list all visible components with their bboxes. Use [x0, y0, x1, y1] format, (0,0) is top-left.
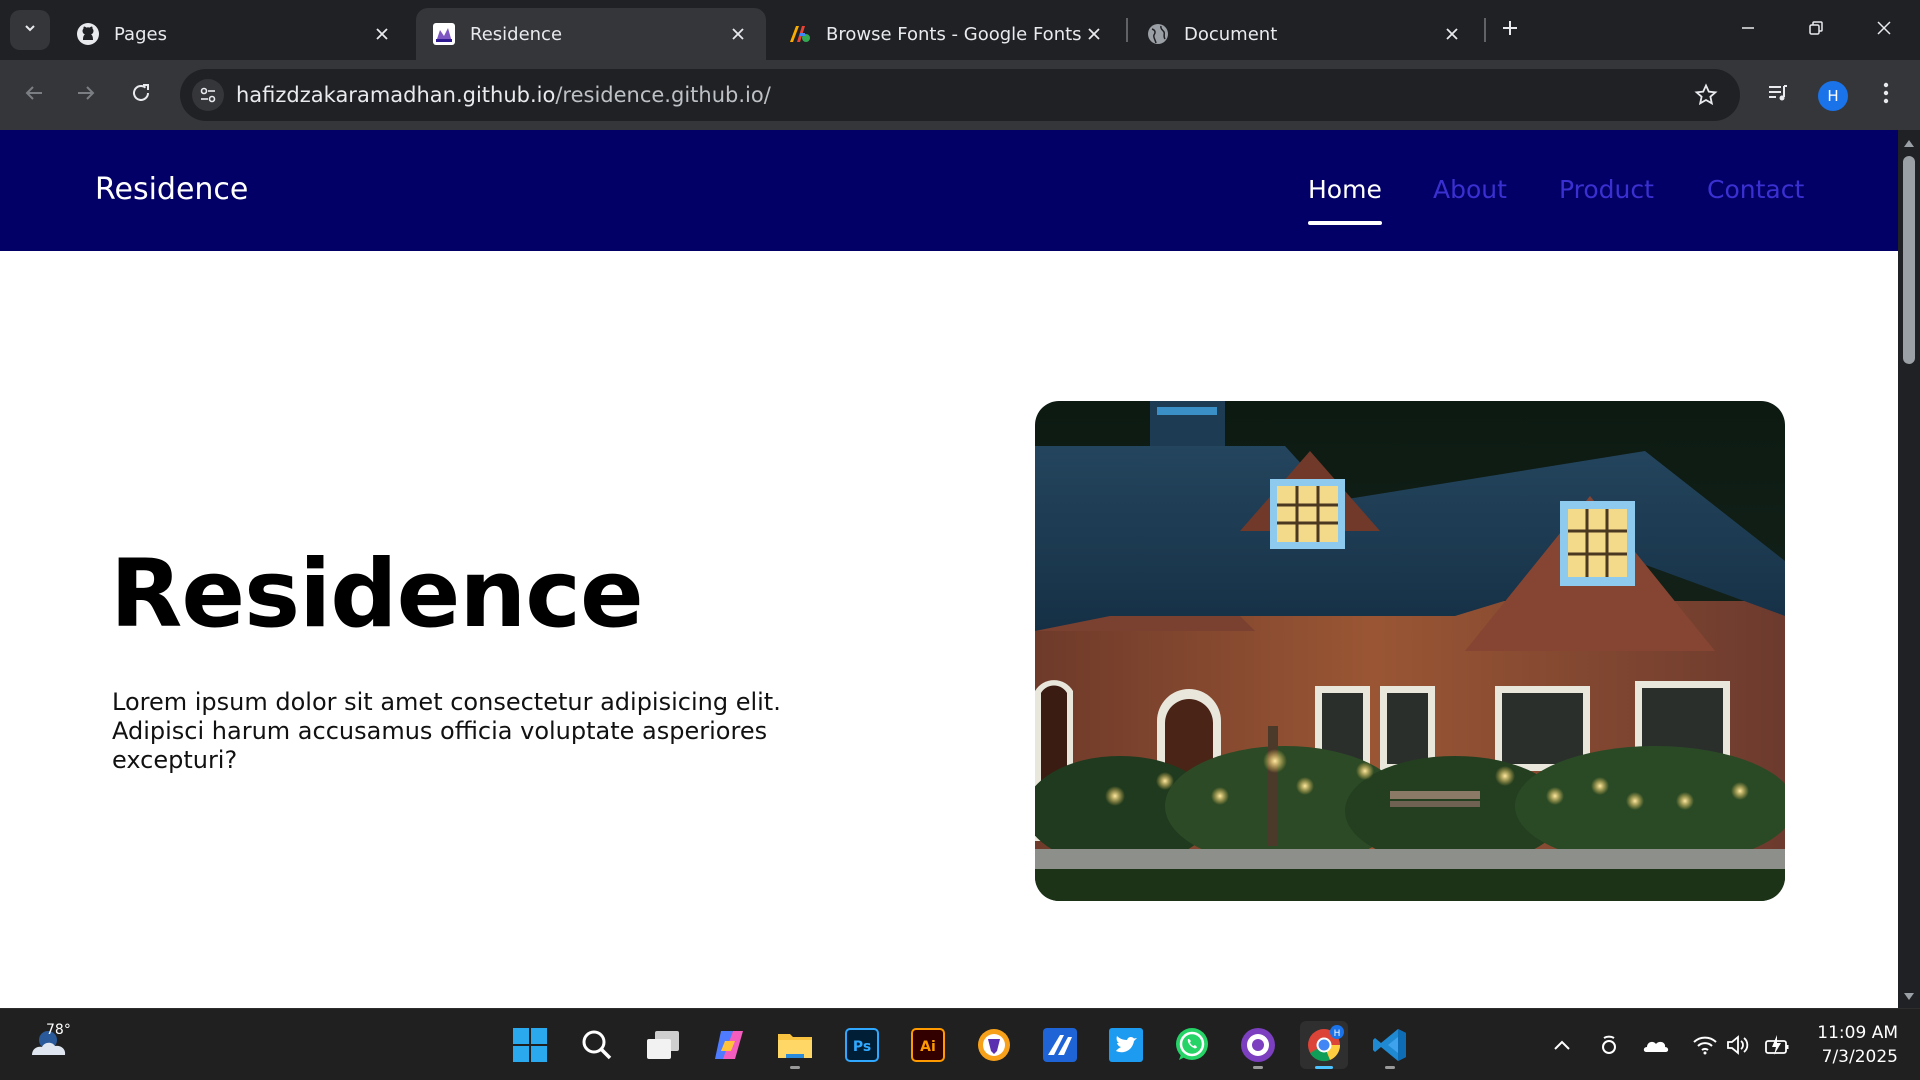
brave-icon[interactable]: [970, 1021, 1018, 1069]
close-icon[interactable]: [370, 22, 394, 46]
chevron-down-icon: [22, 20, 38, 40]
vscode-icon[interactable]: [1366, 1021, 1414, 1069]
battery-charging-icon[interactable]: [1761, 1029, 1793, 1061]
scroll-up-icon[interactable]: [1902, 136, 1916, 150]
url-path: /residence.github.io/: [555, 83, 771, 107]
twitter-icon[interactable]: [1102, 1021, 1150, 1069]
browser-menu-button[interactable]: [1868, 77, 1904, 113]
show-hidden-icons-button[interactable]: [1546, 1029, 1578, 1061]
tab-search-button[interactable]: [10, 10, 50, 50]
running-indicator: [1253, 1066, 1263, 1069]
wifi-icon[interactable]: [1689, 1029, 1721, 1061]
photoshop-label: Ps: [853, 1039, 871, 1055]
reload-icon: [130, 82, 152, 108]
google-fonts-icon: [788, 22, 812, 46]
running-indicator: [1385, 1066, 1395, 1069]
scroll-thumb[interactable]: [1903, 156, 1915, 364]
hero-house-image: [1035, 401, 1785, 901]
profile-badge: H: [1334, 1029, 1341, 1039]
restore-button[interactable]: [1796, 12, 1836, 48]
bookmark-star-icon[interactable]: [1692, 81, 1720, 109]
site-brand[interactable]: Residence: [95, 172, 248, 207]
nav-active-indicator: [1308, 221, 1382, 225]
task-view-icon[interactable]: [639, 1021, 687, 1069]
illustrator-icon[interactable]: Ai: [904, 1021, 952, 1069]
residence-favicon-icon: [432, 22, 456, 46]
temperature-label: 78°: [46, 1022, 71, 1038]
scroll-down-icon[interactable]: [1902, 990, 1916, 1004]
volume-icon[interactable]: [1722, 1029, 1754, 1061]
whatsapp-icon[interactable]: [1168, 1021, 1216, 1069]
site-settings-icon[interactable]: [192, 79, 224, 111]
system-clock[interactable]: 11:09 AM 7/3/2025: [1812, 1021, 1898, 1069]
close-icon[interactable]: [726, 22, 750, 46]
running-indicator: [790, 1066, 800, 1069]
nav-contact[interactable]: Contact: [1707, 175, 1804, 204]
vertical-scrollbar[interactable]: [1898, 130, 1920, 1008]
profile-avatar[interactable]: H: [1818, 81, 1848, 111]
site-header: Residence Home About Product Contact: [0, 130, 1898, 251]
more-vert-icon: [1883, 82, 1889, 108]
tab-divider: [1126, 18, 1128, 42]
plus-icon: [1501, 19, 1519, 41]
back-button[interactable]: [16, 77, 52, 113]
queue-music-icon: [1766, 81, 1790, 109]
tab-title: Document: [1184, 23, 1278, 45]
arrow-right-icon: [75, 82, 97, 108]
tab-residence[interactable]: Residence: [416, 8, 766, 60]
taskbar: 78° Ps Ai H 11:09 AM 7/3/2025: [0, 1008, 1920, 1080]
address-bar[interactable]: hafizdzakaramadhan.github.io/residence.g…: [180, 69, 1740, 121]
tab-divider: [1484, 18, 1486, 42]
github-icon: [76, 22, 100, 46]
arrow-left-icon: [23, 82, 45, 108]
close-icon[interactable]: [1082, 22, 1106, 46]
nav-home[interactable]: Home: [1308, 175, 1382, 204]
tab-title: Pages: [114, 23, 167, 45]
running-indicator: [1315, 1066, 1333, 1069]
tab-google-fonts[interactable]: Browse Fonts - Google Fonts: [772, 8, 1122, 60]
browser-toolbar: hafizdzakaramadhan.github.io/residence.g…: [0, 60, 1920, 130]
app-icon[interactable]: [1036, 1021, 1084, 1069]
start-icon[interactable]: [506, 1021, 554, 1069]
reload-button[interactable]: [123, 77, 159, 113]
restore-icon: [1808, 20, 1824, 40]
globe-icon: [1146, 22, 1170, 46]
search-icon[interactable]: [573, 1021, 621, 1069]
minimize-icon: [1740, 20, 1756, 40]
tab-title: Residence: [470, 23, 563, 45]
copilot-icon[interactable]: [705, 1021, 753, 1069]
tab-strip: Pages Residence Browse Fonts - Google Fo…: [0, 0, 1920, 60]
minimize-button[interactable]: [1728, 12, 1768, 48]
url-host: hafizdzakaramadhan.github.io: [236, 83, 556, 107]
clock-time: 11:09 AM: [1817, 1023, 1898, 1043]
github-desktop-icon[interactable]: [1234, 1021, 1282, 1069]
media-control-button[interactable]: [1760, 77, 1796, 113]
tab-title: Browse Fonts - Google Fonts: [826, 23, 1082, 45]
clock-date: 7/3/2025: [1821, 1047, 1898, 1067]
illustrator-label: Ai: [920, 1039, 936, 1055]
tab-pages[interactable]: Pages: [60, 8, 410, 60]
nav-about[interactable]: About: [1433, 175, 1507, 204]
tab-document[interactable]: Document: [1130, 8, 1480, 60]
chrome-icon[interactable]: H: [1300, 1021, 1348, 1069]
page-viewport: Residence Home About Product Contact Res…: [0, 130, 1898, 1008]
nav-product[interactable]: Product: [1559, 175, 1654, 204]
new-tab-button[interactable]: [1494, 14, 1526, 46]
url-text: hafizdzakaramadhan.github.io/residence.g…: [236, 83, 771, 107]
hero-title: Residence: [110, 540, 644, 649]
close-icon: [1876, 20, 1892, 40]
file-explorer-icon[interactable]: [771, 1021, 819, 1069]
hero-description: Lorem ipsum dolor sit amet consectetur a…: [112, 688, 781, 774]
photoshop-icon[interactable]: Ps: [838, 1021, 886, 1069]
close-window-button[interactable]: [1864, 12, 1904, 48]
close-icon[interactable]: [1440, 22, 1464, 46]
forward-button[interactable]: [68, 77, 104, 113]
onedrive-icon[interactable]: [1640, 1029, 1672, 1061]
sync-icon[interactable]: [1593, 1029, 1625, 1061]
